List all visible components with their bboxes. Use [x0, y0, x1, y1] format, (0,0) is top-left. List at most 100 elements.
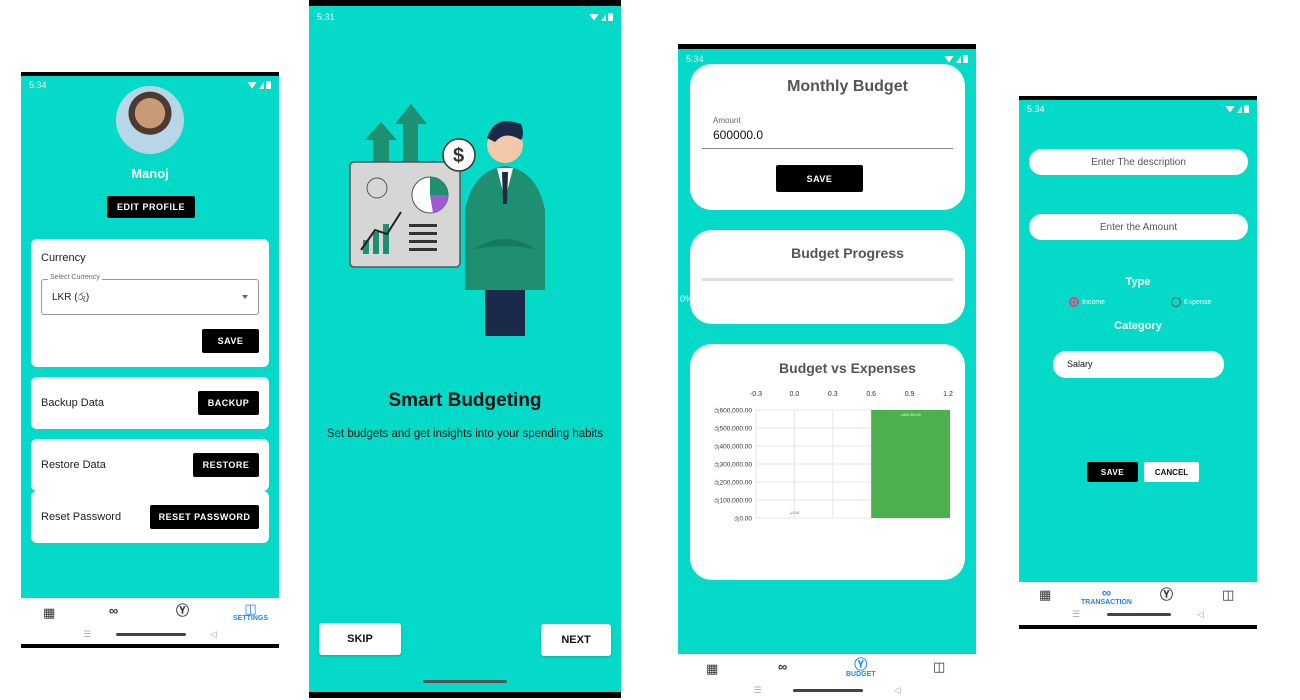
backup-label: Backup Data — [41, 397, 104, 409]
store-add-icon: ▦ — [1039, 587, 1052, 602]
monthly-budget-title: Monthly Budget — [787, 78, 908, 95]
menu-icon: ☰ — [83, 628, 92, 639]
nav-settings-label: SETTINGS — [233, 615, 269, 622]
y-tick-label: රු300,000.00 — [714, 462, 752, 469]
expense-radio[interactable]: Expense — [1171, 297, 1211, 307]
amount-input[interactable]: 600000.0 — [713, 128, 763, 142]
y-tick-label: රු100,000.00 — [714, 498, 752, 505]
description-input[interactable]: Enter The description — [1029, 149, 1248, 175]
nav-add-store[interactable]: ▦ — [706, 662, 718, 675]
nav-settings[interactable]: ◫ SETTINGS — [233, 602, 268, 622]
signal-icon — [589, 13, 613, 21]
skip-button[interactable]: SKIP — [319, 623, 401, 655]
y-tick-label: රු200,000.00 — [714, 480, 752, 487]
edit-profile-button[interactable]: EDIT PROFILE — [107, 196, 195, 218]
infinity-icon: ∞ — [1101, 585, 1112, 600]
budget-progress-card: Budget Progress — [690, 230, 965, 324]
y-tick-label: රු0.00 — [734, 516, 752, 523]
income-radio[interactable]: Income — [1069, 297, 1105, 307]
nav-budget[interactable]: Ⓨ — [1160, 588, 1173, 601]
svg-text:$: $ — [453, 145, 464, 167]
amount-label: Amount — [713, 116, 741, 125]
businessman-figure — [465, 121, 545, 336]
x-tick-label: -0.3 — [750, 391, 762, 398]
transaction-cancel-button[interactable]: CANCEL — [1144, 462, 1199, 482]
nav-settings[interactable]: ◫ — [1222, 588, 1234, 601]
add-transaction-screen: 5:34 Enter The description Enter the Amo… — [1019, 96, 1257, 629]
settings-phone-icon: ◫ — [1222, 587, 1235, 602]
budget-vs-expenses-card: Budget vs Expenses -0.3 0.0 0.3 0.6 0.9 1.2 රු… — [690, 344, 965, 580]
bar-data-label: රු0.00 — [790, 511, 800, 515]
status-bar: 5:31 — [309, 8, 621, 26]
avatar — [116, 86, 184, 154]
home-pill[interactable] — [792, 688, 863, 692]
nav-transactions[interactable]: ∞ TRANSACTION — [1081, 586, 1132, 606]
gesture-bar: ☰ ◁ — [738, 684, 916, 696]
back-icon[interactable]: ◁ — [210, 629, 217, 640]
nav-transaction-label: TRANSACTION — [1081, 599, 1132, 606]
nav-transactions[interactable]: ∞ — [109, 604, 118, 617]
category-label: Category — [1114, 320, 1162, 332]
gesture-bar: ☰ ◁ — [1059, 608, 1217, 620]
onboarding-screen: 5:31 $ Smart Budgeting Set budgets and g… — [309, 0, 621, 698]
nav-budget[interactable]: Ⓨ — [176, 604, 189, 617]
status-time: 5:34 — [1027, 104, 1045, 114]
user-name: Manoj — [131, 166, 169, 181]
backup-button[interactable]: BACKUP — [198, 391, 259, 415]
backup-card: Backup Data BACKUP — [31, 377, 269, 429]
currency-card: Currency Select Currency LKR (රු) SAVE — [31, 239, 269, 367]
back-icon[interactable]: ◁ — [894, 685, 901, 696]
chevron-down-icon — [242, 295, 248, 299]
status-time: 5:34 — [29, 80, 47, 90]
nav-add-store[interactable]: ▦ — [43, 606, 55, 619]
signal-icon — [247, 81, 271, 89]
bottom-border — [1019, 625, 1257, 629]
reset-password-button[interactable]: RESET PASSWORD — [150, 505, 259, 529]
radio-unselected-icon — [1171, 297, 1181, 307]
gesture-bar: ☰ ◁ — [71, 628, 229, 640]
status-time: 5:31 — [317, 12, 335, 22]
budget-screen: 5:34 Monthly Budget Amount 600000.0 SAVE… — [678, 44, 976, 700]
bottom-border — [21, 644, 279, 648]
y-tick-label: රු400,000.00 — [714, 444, 752, 451]
nav-budget[interactable]: Ⓨ BUDGET — [846, 658, 876, 678]
chart-title: Budget vs Expenses — [779, 360, 916, 376]
reset-password-card: Reset Password RESET PASSWORD — [31, 491, 269, 543]
bottom-nav: ▦ ∞ Ⓨ ◫ SETTINGS ☰ ◁ — [21, 598, 279, 648]
currency-select-label: Select Currency — [48, 274, 102, 281]
currency-save-button[interactable]: SAVE — [202, 329, 259, 353]
x-tick-label: 0.6 — [866, 391, 876, 398]
type-label: Type — [1125, 276, 1151, 288]
home-pill[interactable] — [115, 632, 186, 636]
progress-percent: 0% — [680, 294, 694, 304]
restore-label: Restore Data — [41, 459, 106, 471]
nav-add-store[interactable]: ▦ — [1039, 588, 1051, 601]
next-button[interactable]: NEXT — [541, 624, 611, 656]
nav-settings[interactable]: ◫ — [933, 660, 945, 673]
currency-select[interactable]: Select Currency LKR (රු) — [41, 274, 259, 315]
expense-label: Expense — [1184, 298, 1212, 306]
budget-progress-title: Budget Progress — [791, 245, 904, 261]
monthly-budget-card: Monthly Budget Amount 600000.0 SAVE — [690, 64, 965, 210]
home-pill[interactable] — [1106, 612, 1171, 616]
budgeting-illustration: $ — [349, 104, 545, 336]
budget-save-button[interactable]: SAVE — [776, 165, 863, 192]
x-tick-label: 0.9 — [905, 391, 915, 398]
transaction-save-button[interactable]: SAVE — [1087, 462, 1138, 482]
currency-select-value: LKR (රු) — [52, 292, 90, 303]
nav-transactions[interactable]: ∞ — [778, 660, 787, 673]
menu-icon: ☰ — [753, 684, 762, 695]
onboarding-subtitle: Set budgets and get insights into your s… — [326, 428, 604, 440]
back-icon[interactable]: ◁ — [1197, 609, 1204, 620]
amount-input[interactable]: Enter the Amount — [1029, 214, 1248, 240]
bottom-border — [309, 692, 621, 698]
category-select[interactable]: Salary — [1053, 351, 1224, 378]
radio-selected-icon — [1069, 297, 1079, 307]
store-add-icon: ▦ — [706, 661, 719, 676]
restore-card: Restore Data RESTORE — [31, 439, 269, 491]
restore-button[interactable]: RESTORE — [193, 453, 259, 477]
home-indicator[interactable] — [423, 680, 507, 683]
settings-phone-icon: ◫ — [933, 659, 946, 674]
x-tick-label: 0.0 — [790, 391, 800, 398]
store-add-icon: ▦ — [43, 605, 56, 620]
